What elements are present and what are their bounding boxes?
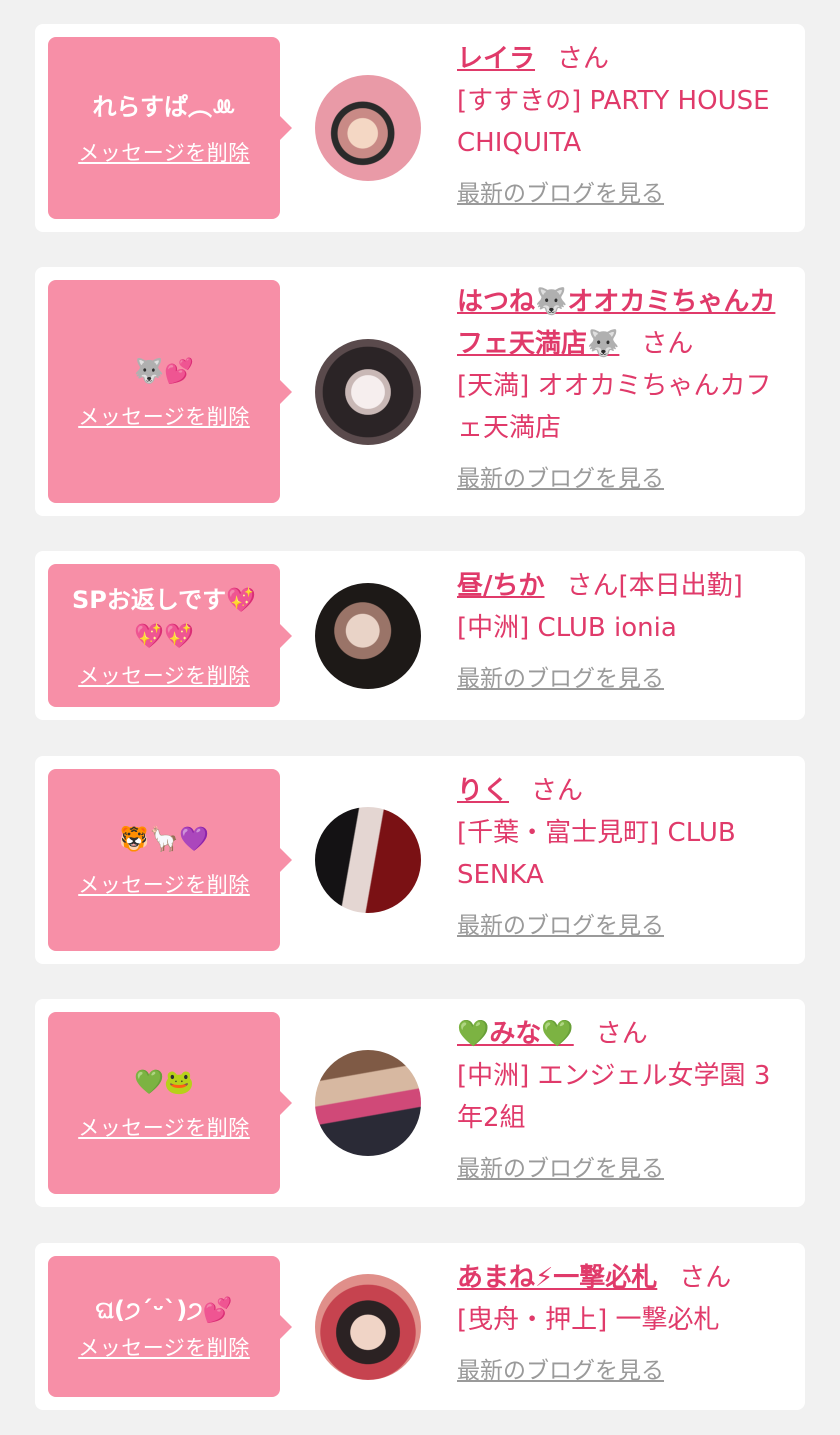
honorific: さん (566, 571, 619, 601)
message-text: ଘ(੭ˊᵕˋ)੭💕 (95, 1295, 233, 1324)
cast-info: あまね⚡一撃必札 さん [曳舟・押上] 一撃必札 最新のブログを見る (457, 1257, 791, 1385)
avatar[interactable] (315, 338, 421, 445)
latest-blog-link[interactable]: 最新のブログを見る (457, 459, 664, 493)
avatar[interactable] (315, 75, 421, 181)
cast-name-link[interactable]: レイラ (457, 44, 535, 74)
delete-message-link[interactable]: メッセージを削除 (78, 401, 250, 431)
avatar[interactable] (315, 582, 421, 689)
delete-message-link[interactable]: メッセージを削除 (78, 137, 250, 167)
cast-info: はつね🐺オオカミちゃんカフェ天満店🐺 さん [天満] オオカミちゃんカフェ天満店 … (457, 281, 791, 493)
shop-name: [中洲] CLUB ionia (457, 613, 677, 643)
message-card: SPお返しです💖💖💖 メッセージを削除 昼/ちか さん[本日出勤] [中洲] CL… (35, 551, 805, 720)
name-line: はつね🐺オオカミちゃんカフェ天満店🐺 さん (457, 281, 791, 365)
avatar[interactable] (315, 807, 421, 913)
message-text: 🐺💕 (134, 356, 194, 385)
latest-blog-link[interactable]: 最新のブログを見る (457, 659, 664, 693)
message-text: 💚🐸 (134, 1068, 194, 1096)
name-line: 💚みな💚 さん (457, 1013, 791, 1055)
name-line: りく さん (457, 770, 791, 812)
name-line: 昼/ちか さん[本日出勤] (457, 565, 791, 607)
cast-info: りく さん [千葉・富士見町] CLUB SENKA 最新のブログを見る (457, 770, 791, 940)
status-tag: [本日出勤] (618, 571, 743, 601)
message-list: れらすぱ︵ꔛ メッセージを削除 レイラ さん [すすきの] PARTY HOUSE… (0, 0, 840, 1435)
shop-name: [すすきの] PARTY HOUSE CHIQUITA (457, 86, 770, 158)
cast-name-link[interactable]: 昼/ちか (457, 571, 545, 601)
latest-blog-link[interactable]: 最新のブログを見る (457, 1149, 664, 1183)
cast-name-link[interactable]: はつね🐺オオカミちゃんカフェ天満店🐺 (457, 287, 775, 359)
delete-message-link[interactable]: メッセージを削除 (78, 660, 250, 690)
message-card: 🐺💕 メッセージを削除 はつね🐺オオカミちゃんカフェ天満店🐺 さん [天満] オオ… (35, 267, 805, 516)
shop-name: [千葉・富士見町] CLUB SENKA (457, 818, 736, 890)
avatar[interactable] (315, 1273, 421, 1380)
name-line: あまね⚡一撃必札 さん (457, 1257, 791, 1299)
latest-blog-link[interactable]: 最新のブログを見る (457, 906, 664, 940)
message-card: れらすぱ︵ꔛ メッセージを削除 レイラ さん [すすきの] PARTY HOUSE… (35, 24, 805, 232)
message-bubble: ଘ(੭ˊᵕˋ)੭💕 メッセージを削除 (48, 1256, 292, 1397)
cast-name-link[interactable]: 💚みな💚 (457, 1019, 574, 1049)
delete-message-link[interactable]: メッセージを削除 (78, 869, 250, 899)
honorific: さん (641, 329, 694, 359)
message-bubble: 🐺💕 メッセージを削除 (48, 280, 292, 503)
message-text: 🐯🦙💜 (119, 825, 209, 853)
cast-info: 💚みな💚 さん [中洲] エンジェル女学園 3年2組 最新のブログを見る (457, 1013, 791, 1183)
honorific: さん (557, 44, 610, 74)
cast-name-link[interactable]: あまね⚡一撃必札 (457, 1263, 657, 1293)
shop-name: [中洲] エンジェル女学園 3年2組 (457, 1061, 771, 1133)
cast-info: 昼/ちか さん[本日出勤] [中洲] CLUB ionia 最新のブログを見る (457, 565, 791, 693)
message-card: 💚🐸 メッセージを削除 💚みな💚 さん [中洲] エンジェル女学園 3年2組 最新… (35, 999, 805, 1207)
delete-message-link[interactable]: メッセージを削除 (78, 1112, 250, 1142)
latest-blog-link[interactable]: 最新のブログを見る (457, 1351, 664, 1385)
message-bubble: れらすぱ︵ꔛ メッセージを削除 (48, 37, 292, 219)
message-bubble: 🐯🦙💜 メッセージを削除 (48, 769, 292, 951)
honorific: さん (595, 1019, 648, 1049)
message-card: ଘ(੭ˊᵕˋ)੭💕 メッセージを削除 あまね⚡一撃必札 さん [曳舟・押上] 一撃… (35, 1243, 805, 1410)
message-bubble: SPお返しです💖💖💖 メッセージを削除 (48, 564, 292, 707)
cast-info: レイラ さん [すすきの] PARTY HOUSE CHIQUITA 最新のブログ… (457, 38, 791, 208)
delete-message-link[interactable]: メッセージを削除 (78, 1332, 250, 1362)
avatar[interactable] (315, 1050, 421, 1156)
message-bubble: 💚🐸 メッセージを削除 (48, 1012, 292, 1194)
message-text: SPお返しです💖💖💖 (71, 585, 257, 650)
honorific: さん (531, 776, 584, 806)
shop-name: [天満] オオカミちゃんカフェ天満店 (457, 371, 772, 443)
message-card: 🐯🦙💜 メッセージを削除 りく さん [千葉・富士見町] CLUB SENKA 最… (35, 756, 805, 964)
honorific: さん (679, 1263, 732, 1293)
name-line: レイラ さん (457, 38, 791, 80)
shop-name: [曳舟・押上] 一撃必札 (457, 1305, 720, 1335)
latest-blog-link[interactable]: 最新のブログを見る (457, 174, 664, 208)
message-text: れらすぱ︵ꔛ (92, 93, 236, 121)
cast-name-link[interactable]: りく (457, 776, 509, 806)
